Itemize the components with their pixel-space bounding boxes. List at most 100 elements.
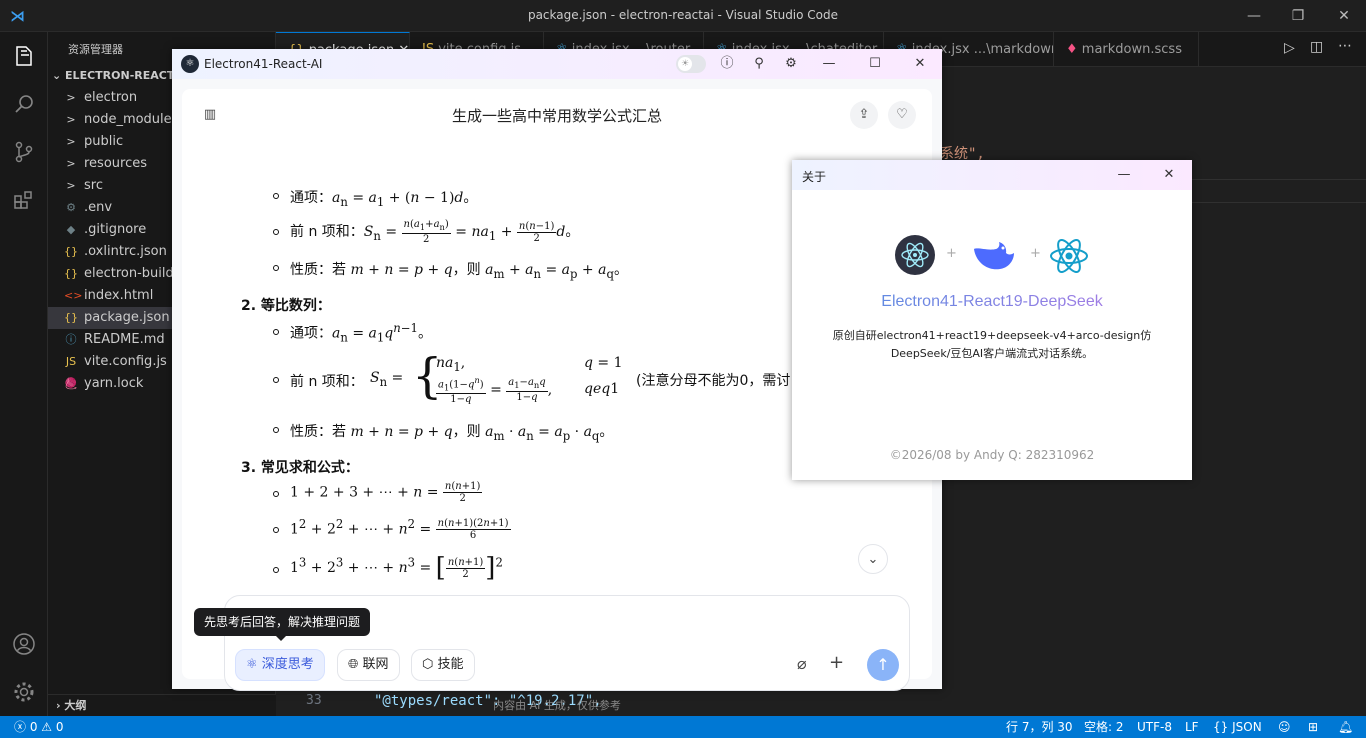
info-icon[interactable]: ⓘ [718,55,736,73]
theme-toggle[interactable]: ☀ [676,55,706,73]
arith-general-term: 通项：an = a1 + (n − 1)d。 [290,190,478,209]
sum-natural: 1 + 2 + 3 + ⋯ + n = n(n+1) 2 [290,481,483,504]
arith-property: 性质：若 m + n = p + q，则 am + an = ap + aq。 [290,262,628,281]
copyright: ©2026/08 by Andy Q: 282310962 [889,448,1095,462]
file-type-icon: ◆ [66,223,76,236]
cursor-position[interactable]: 行 7，列 30 [1006,716,1073,738]
geo-general-term: 通项：an = a1qn−1。 [290,321,432,345]
list-bullet [273,527,279,533]
more-actions-icon[interactable]: ⋯ [1338,38,1352,54]
skills-button[interactable]: ⬡ 技能 [411,649,475,681]
geo-heading: 2. 等比数列： [241,298,331,314]
chevron-right-icon: > [66,113,76,126]
chevron-right-icon: > [66,157,76,170]
sum-squares: 12 + 22 + ⋯ + n2 = n(n+1)(2n+1) 6 [290,517,511,542]
list-bullet [273,567,279,573]
tree-item-label: node_modules [84,112,179,127]
share-icon[interactable]: ⇪ [850,101,878,129]
file-type-icon: JS [65,355,77,368]
restore-icon[interactable]: ❐ [1288,6,1308,26]
app-name: Electron41-React19-DeepSeek [792,293,1192,311]
deepseek-whale-icon [970,235,1018,275]
minimize-icon[interactable]: — [1244,6,1264,26]
about-titlebar: 关于 — ✕ [792,160,1192,190]
window-title: package.json - electron-reactai - Visual… [527,8,839,22]
electron-logo-icon [895,235,935,275]
list-bullet [273,265,279,271]
split-editor-icon[interactable]: ◫ [1310,39,1323,55]
search-icon[interactable] [0,80,48,128]
arith-sum: 前 n 项和：Sn = n(a1+an) 2 = na1 + n(n−1) 2 d。 [290,219,580,245]
file-type-icon: ⓘ [65,333,77,346]
plus-icon: + [946,246,957,261]
eol[interactable]: LF [1185,716,1199,738]
tree-item-label: README.md [84,332,165,347]
problems-indicator[interactable]: ⓧ 0 ⚠ 0 [14,716,64,738]
tree-item-label: .oxlintrc.json [84,244,167,259]
deep-think-button[interactable]: ⚛ 深度思考 [235,649,325,681]
vscode-titlebar: ⋊ package.json - electron-reactai - Visu… [0,0,1366,32]
run-icon[interactable]: ▷ [1284,40,1295,56]
file-type-icon: {} [64,311,78,324]
source-control-icon[interactable] [0,128,48,176]
account-icon[interactable] [0,620,48,668]
extensions-icon[interactable] [0,176,48,224]
tree-item-label: vite.config.js [84,354,167,369]
scroll-down-icon[interactable]: ⌄ [858,544,888,574]
explorer-header: 资源管理器 [68,43,123,56]
close-icon[interactable]: ✕ [1334,6,1354,26]
list-bullet [273,193,279,199]
pin-icon[interactable]: ⚲ [750,55,768,73]
tab-markdown-scss[interactable]: ♦ markdown.scss [1054,32,1199,67]
tree-item-label: .env [84,200,113,215]
chevron-right-icon: > [66,91,76,104]
chat-titlebar: ⚛ Electron41-React-AI ☀ ⓘ ⚲ ⚙ — ☐ ✕ [172,49,942,79]
notifications-icon[interactable]: 🔔︎ [1338,716,1353,738]
send-button[interactable]: ↑ [867,649,899,681]
feedback-icon[interactable]: ⊞ [1308,716,1318,738]
list-bullet [273,427,279,433]
geo-property: 性质：若 m + n = p + q，则 am · an = ap · aq。 [290,424,614,443]
explorer-icon[interactable] [0,32,48,80]
ai-disclaimer: 内容由 AI 生成，仅供参考 [493,699,621,712]
project-root[interactable]: ⌄ ELECTRON-REACTAI [52,69,186,82]
plus-icon: + [1030,246,1041,261]
list-bullet [273,229,279,235]
file-type-icon: <> [64,289,83,302]
encoding[interactable]: UTF-8 [1137,716,1172,738]
file-type-icon: 🧶 [64,377,78,390]
react-logo-icon [1048,235,1090,277]
attach-icon[interactable]: ⌀ [797,654,807,673]
maximize-icon[interactable]: ☐ [866,55,884,73]
list-bullet [273,377,279,383]
project-name: ELECTRON-REACTAI [65,69,187,82]
settings-gear-icon[interactable] [0,668,48,716]
web-search-button[interactable]: 🌐︎ 联网 [337,649,400,681]
file-type-icon: ⚙ [66,201,76,214]
about-window: 关于 — ✕ + + Electron41-React19-DeepSeek 原… [792,160,1192,480]
file-type-icon: {} [64,245,78,258]
chevron-right-icon: > [66,135,76,148]
close-icon[interactable]: ✕ [1160,166,1178,184]
about-title: 关于 [802,170,827,184]
tree-item-label: electron [84,90,138,105]
list-bullet [273,491,279,497]
favorite-icon[interactable]: ♡ [888,101,916,129]
language-mode[interactable]: {} JSON [1213,716,1262,738]
deep-think-tooltip: 先思考后回答，解决推理问题 [194,608,370,641]
list-bullet [273,329,279,335]
tree-item-label: index.html [84,288,154,303]
sum-heading: 3. 常见求和公式： [241,460,359,476]
minimize-icon[interactable]: — [1115,166,1133,184]
tree-item-label: src [84,178,103,193]
app-description: 原创自研electron41+react19+deepseek-v4+arco-… [832,329,1152,360]
minimize-icon[interactable]: — [820,55,838,73]
close-icon[interactable]: ✕ [911,55,929,73]
indentation[interactable]: 空格: 2 [1084,716,1124,738]
settings-icon[interactable]: ⚙ [782,55,800,73]
sum-cubes: 13 + 23 + ⋯ + n3 = [n(n+1) 2]2 [290,553,503,583]
copilot-icon[interactable]: ☺ [1278,716,1291,738]
app-logo-icon: ⚛ [181,55,199,73]
add-icon[interactable]: + [829,652,844,673]
tree-item-label: yarn.lock [84,376,144,391]
